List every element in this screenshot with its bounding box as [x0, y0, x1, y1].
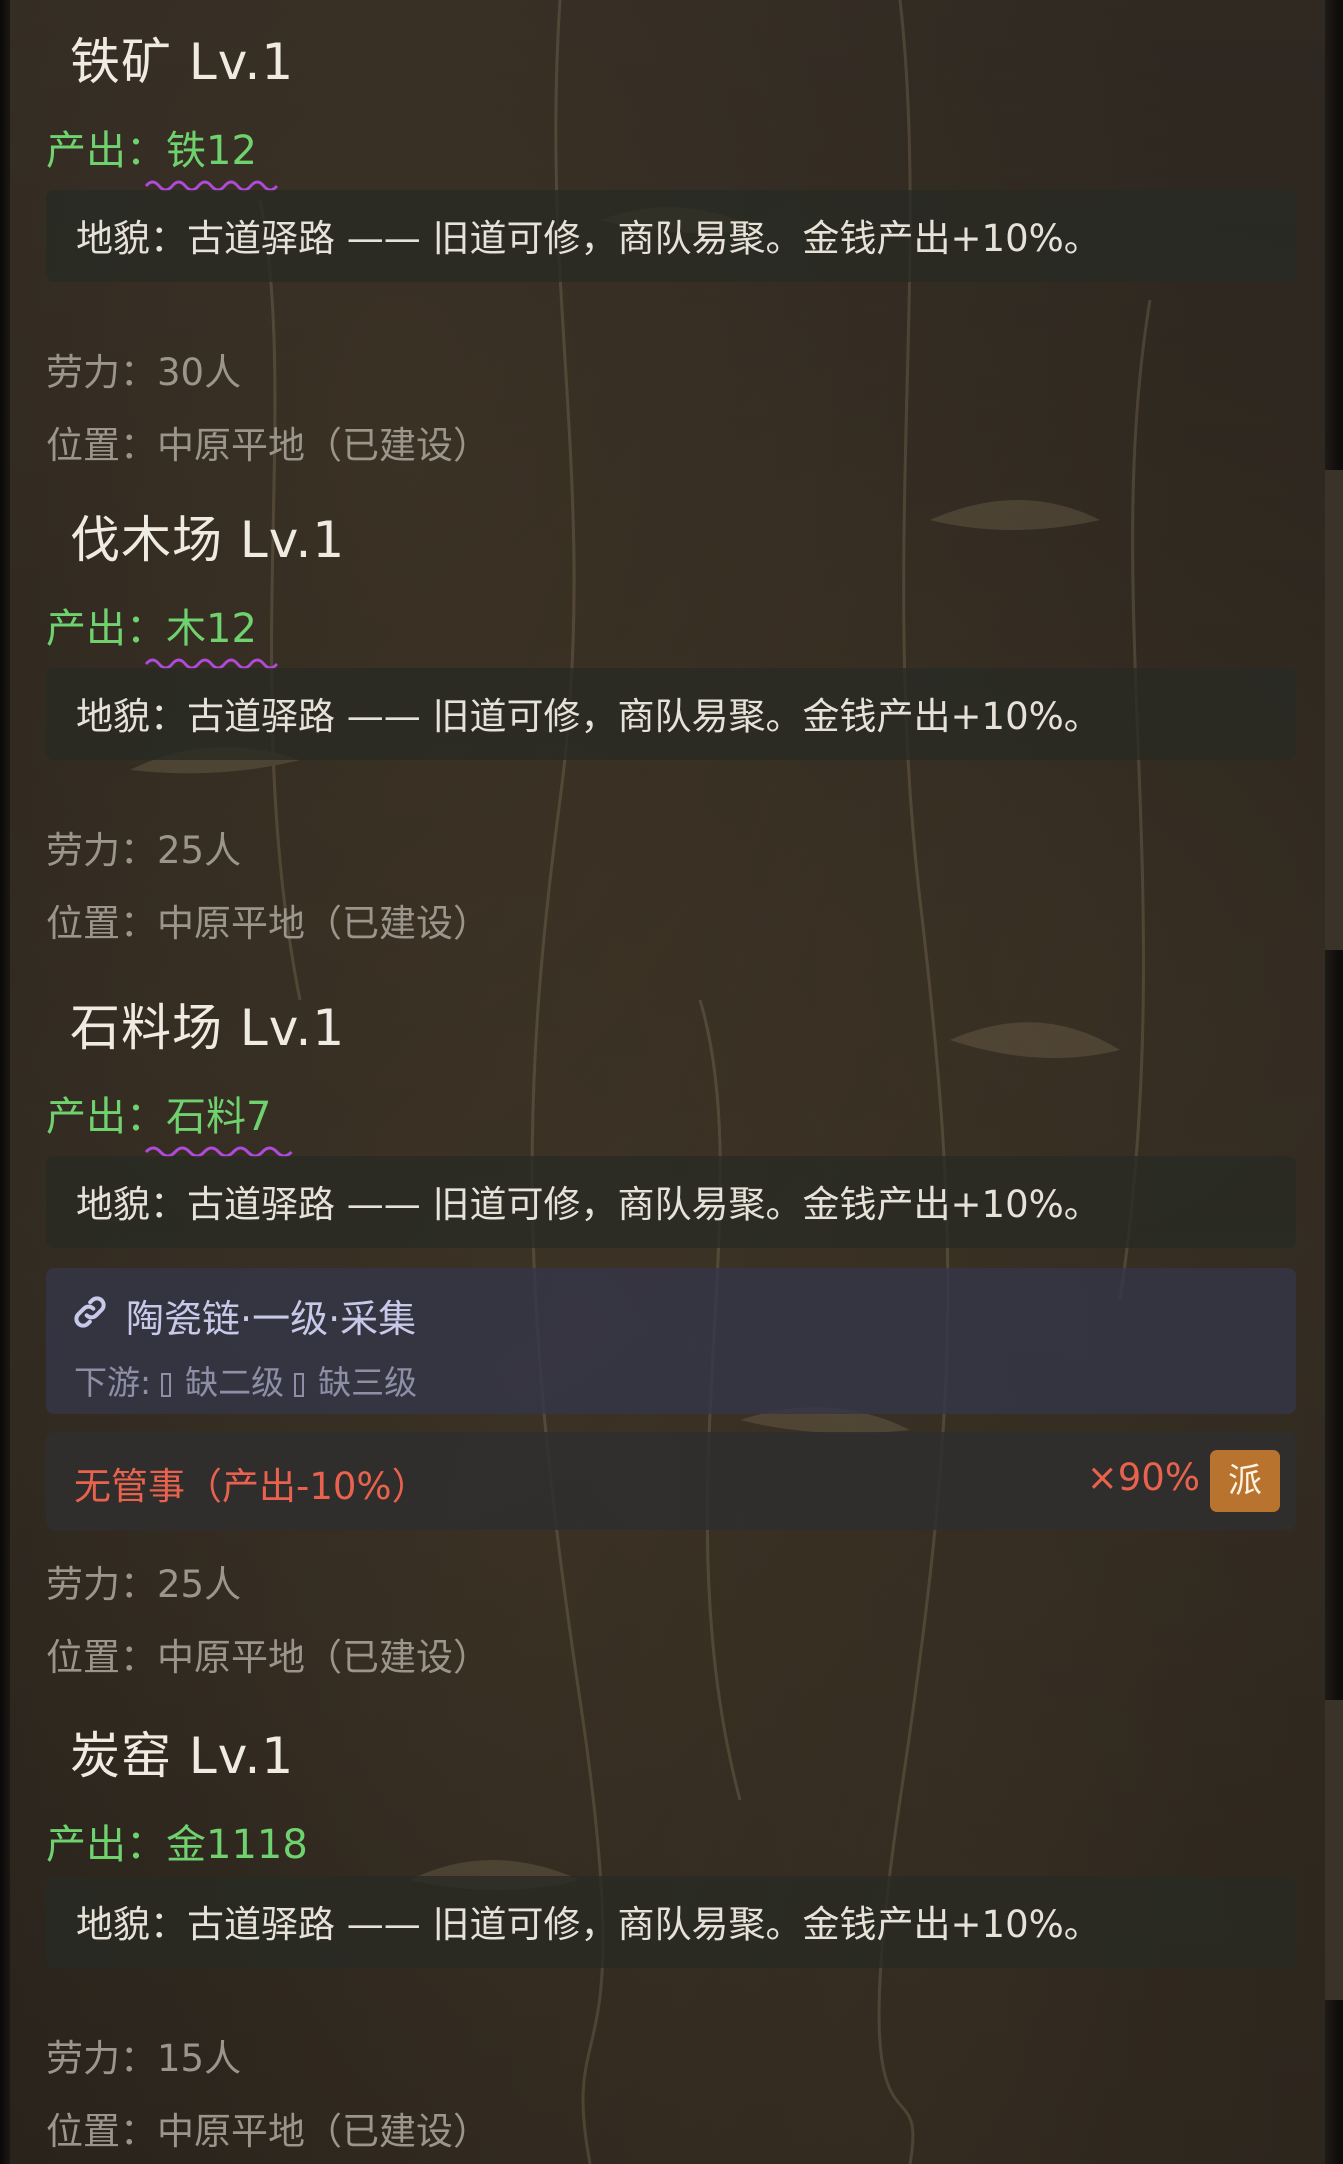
building-output: 产出：金1118 — [46, 1812, 308, 1870]
building-title: 铁矿 Lv.1 — [70, 33, 295, 91]
terrain-text: 地貌：古道驿路 —— 旧道可修，商队易聚。金钱产出+10%。 — [76, 1903, 1101, 1946]
output-value: 石料7 — [144, 1084, 293, 1158]
missing-level-3: 缺三级 — [318, 1363, 418, 1402]
building-card-quarry[interactable]: 石料场 Lv.1 产出：石料7 地貌：古道驿路 —— 旧道可修，商队易聚。金钱产… — [10, 966, 1323, 1696]
missing-glyph-icon — [161, 1373, 172, 1397]
dispatch-manager-button[interactable]: 派 — [1210, 1450, 1280, 1512]
building-title: 伐木场 Lv.1 — [70, 511, 346, 569]
right-frame-edge — [1325, 0, 1343, 2164]
building-card-charcoal-kiln[interactable]: 炭窑 Lv.1 产出：金1118 地貌：古道驿路 —— 旧道可修，商队易聚。金钱… — [10, 1694, 1323, 2164]
missing-level-2: 缺二级 — [185, 1363, 285, 1402]
warning-text: 无管事（产出-10%） — [74, 1465, 429, 1508]
building-output: 产出：铁12 — [46, 118, 278, 192]
labor-text: 劳力：15人 — [46, 2037, 242, 2080]
building-output: 产出：木12 — [46, 596, 278, 670]
output-rate: ×90% — [1086, 1456, 1200, 1499]
chain-downstream: 下游: 缺二级 缺三级 — [74, 1356, 417, 1404]
location-text: 位置：中原平地（已建设） — [46, 902, 490, 945]
chain-title: 陶瓷链·一级·采集 — [126, 1297, 417, 1341]
output-label: 产出： — [46, 1822, 166, 1868]
output-value: 铁12 — [144, 118, 278, 192]
link-icon — [74, 1296, 106, 1328]
output-value: 金1118 — [166, 1822, 308, 1868]
terrain-info-box: 地貌：古道驿路 —— 旧道可修，商队易聚。金钱产出+10%。 — [46, 1156, 1296, 1248]
labor-text: 劳力：25人 — [46, 829, 242, 872]
labor-text: 劳力：25人 — [46, 1563, 242, 1606]
terrain-info-box: 地貌：古道驿路 —— 旧道可修，商队易聚。金钱产出+10%。 — [46, 668, 1296, 760]
output-label: 产出： — [46, 128, 166, 174]
terrain-text: 地貌：古道驿路 —— 旧道可修，商队易聚。金钱产出+10%。 — [76, 1183, 1101, 1226]
no-manager-warning: 无管事（产出-10%） ×90% 派 — [46, 1432, 1296, 1530]
building-list-screen: 铁矿 Lv.1 产出：铁12 地貌：古道驿路 —— 旧道可修，商队易聚。金钱产出… — [0, 0, 1343, 2164]
terrain-text: 地貌：古道驿路 —— 旧道可修，商队易聚。金钱产出+10%。 — [76, 695, 1101, 738]
building-card-iron-mine[interactable]: 铁矿 Lv.1 产出：铁12 地貌：古道驿路 —— 旧道可修，商队易聚。金钱产出… — [10, 0, 1323, 470]
production-chain-box[interactable]: 陶瓷链·一级·采集 下游: 缺二级 缺三级 — [46, 1268, 1296, 1414]
output-label: 产出： — [46, 1094, 166, 1140]
missing-glyph-icon — [294, 1373, 305, 1397]
location-text: 位置：中原平地（已建设） — [46, 424, 490, 467]
downstream-label: 下游: — [74, 1363, 152, 1402]
building-title: 石料场 Lv.1 — [70, 999, 346, 1057]
left-frame-edge — [0, 0, 10, 2164]
building-output: 产出：石料7 — [46, 1084, 293, 1158]
location-text: 位置：中原平地（已建设） — [46, 2110, 490, 2153]
location-text: 位置：中原平地（已建设） — [46, 1636, 490, 1679]
terrain-info-box: 地貌：古道驿路 —— 旧道可修，商队易聚。金钱产出+10%。 — [46, 1876, 1296, 1968]
terrain-info-box: 地貌：古道驿路 —— 旧道可修，商队易聚。金钱产出+10%。 — [46, 190, 1296, 282]
building-title: 炭窑 Lv.1 — [70, 1727, 295, 1785]
labor-text: 劳力：30人 — [46, 351, 242, 394]
building-card-lumber-yard[interactable]: 伐木场 Lv.1 产出：木12 地貌：古道驿路 —— 旧道可修，商队易聚。金钱产… — [10, 478, 1323, 948]
output-label: 产出： — [46, 606, 166, 652]
terrain-text: 地貌：古道驿路 —— 旧道可修，商队易聚。金钱产出+10%。 — [76, 217, 1101, 260]
output-value: 木12 — [144, 596, 278, 670]
